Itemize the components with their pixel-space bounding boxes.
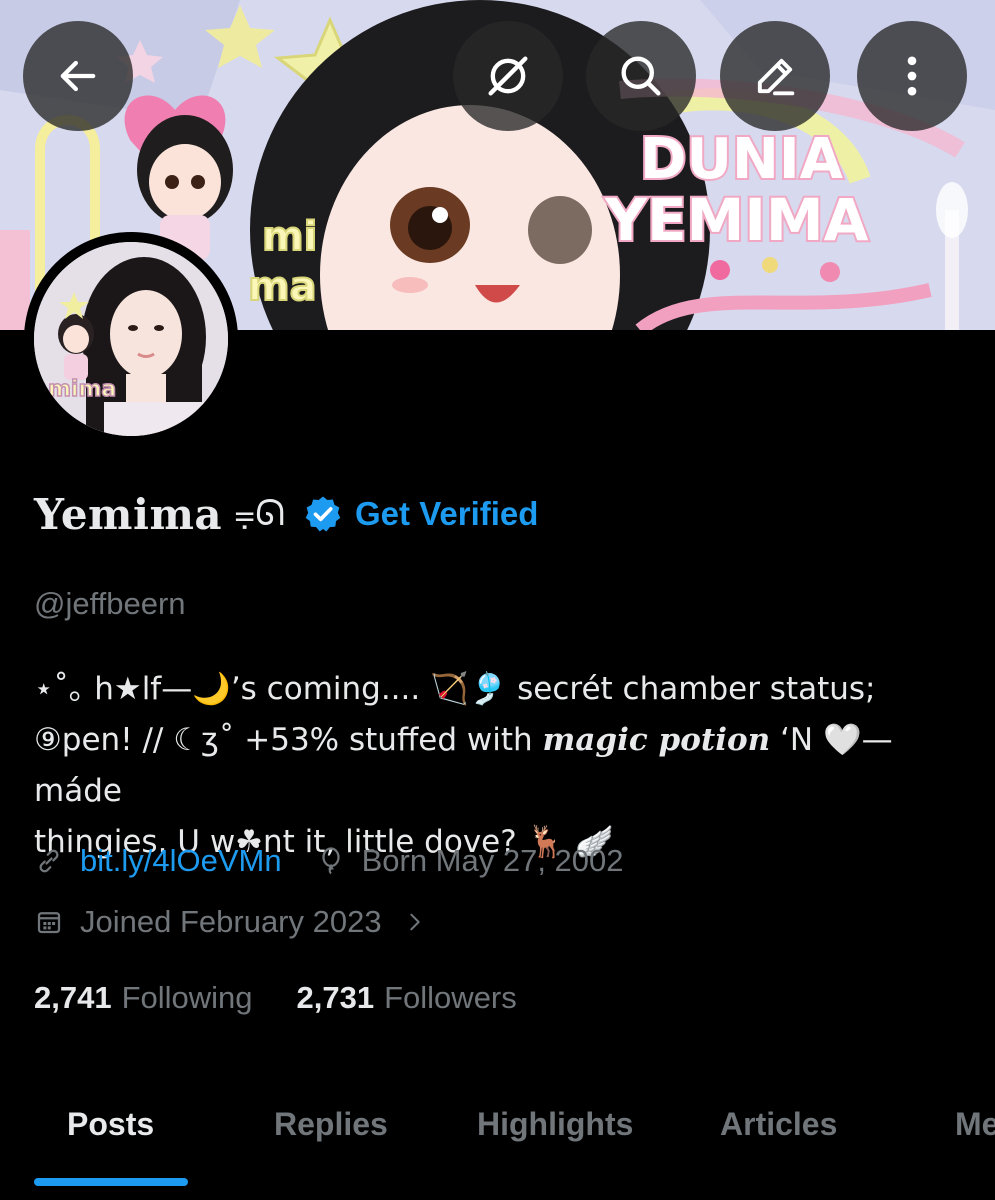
- followers-label: Followers: [384, 980, 517, 1015]
- bio-line-2: ⑨pen! // ☾ʒ˚ +53% stuffed with magic pot…: [34, 715, 934, 817]
- name-decoration: ⩦ᘏ: [234, 493, 286, 534]
- name-row: Yemima ⩦ᘏ Get Verified: [34, 484, 538, 544]
- profile-handle: @jeffbeern: [34, 586, 186, 621]
- banner-title-line2: YEMIMA: [604, 186, 869, 254]
- bio-line-1: ⋆˚｡ h★lf—🌙’s coming.... 🏹🎐 secrét chambe…: [34, 671, 876, 707]
- tab-replies[interactable]: Replies: [274, 1106, 388, 1143]
- profile-meta-row-2: Joined February 2023: [34, 904, 460, 940]
- avatar-badge-text: mima: [48, 377, 116, 402]
- profile-bio: ⋆˚｡ h★lf—🌙’s coming.... 🏹🎐 secrét chambe…: [34, 664, 934, 868]
- follow-stats: 2,741 Following 2,731 Followers: [34, 980, 561, 1016]
- tab-highlights[interactable]: Highlights: [477, 1106, 633, 1143]
- joined-text: Joined February 2023: [80, 904, 382, 939]
- edit-profile-button[interactable]: [720, 21, 830, 131]
- more-options-button[interactable]: [857, 21, 967, 131]
- chevron-right-icon[interactable]: [404, 911, 426, 933]
- get-verified-link[interactable]: Get Verified: [355, 495, 538, 533]
- back-arrow-icon: [60, 60, 96, 92]
- tab-media[interactable]: Me: [955, 1106, 995, 1143]
- display-name: Yemima: [34, 489, 223, 539]
- followers-stat[interactable]: 2,731 Followers: [297, 980, 517, 1016]
- following-count: 2,741: [34, 980, 112, 1015]
- profile-avatar[interactable]: mima: [24, 232, 238, 446]
- eye-slash-icon: [488, 56, 528, 96]
- following-label: Following: [121, 980, 253, 1015]
- website-item: bit.ly/4lOeVMn: [34, 843, 282, 879]
- link-icon: [39, 849, 59, 873]
- private-mode-button[interactable]: [453, 21, 563, 131]
- search-button[interactable]: [586, 21, 696, 131]
- following-stat[interactable]: 2,741 Following: [34, 980, 253, 1016]
- avatar-image: mima: [34, 242, 228, 436]
- more-vertical-icon: [907, 56, 917, 96]
- balloon-icon: [321, 847, 340, 875]
- search-icon: [621, 56, 661, 96]
- birthday-text: Born May 27, 2002: [361, 843, 624, 878]
- followers-count: 2,731: [296, 980, 375, 1015]
- bio-italic-text: magic potion: [542, 722, 771, 758]
- tab-posts[interactable]: Posts: [67, 1106, 154, 1143]
- profile-meta-row-1: bit.ly/4lOeVMn Born May 27, 2002: [34, 843, 658, 879]
- website-link[interactable]: bit.ly/4lOeVMn: [80, 843, 282, 879]
- verified-badge-icon[interactable]: [303, 494, 343, 534]
- pencil-icon: [757, 58, 795, 96]
- bio-line-2-start: ⑨pen! // ☾ʒ˚ +53% stuffed with: [34, 722, 543, 758]
- banner-title-line1: DUNIA: [640, 127, 844, 192]
- calendar-icon: [37, 912, 61, 934]
- birthday-item: Born May 27, 2002: [316, 843, 624, 879]
- profile-tabs: Posts Replies Highlights Articles Me: [0, 1090, 995, 1200]
- active-tab-indicator: [34, 1178, 188, 1186]
- joined-item: Joined February 2023: [34, 904, 426, 940]
- avatar-artwork: mima: [34, 242, 228, 436]
- banner-side-text-1: mi: [262, 214, 317, 260]
- banner-side-text-2: ma: [248, 264, 317, 310]
- back-button[interactable]: [23, 21, 133, 131]
- tab-articles[interactable]: Articles: [720, 1106, 837, 1143]
